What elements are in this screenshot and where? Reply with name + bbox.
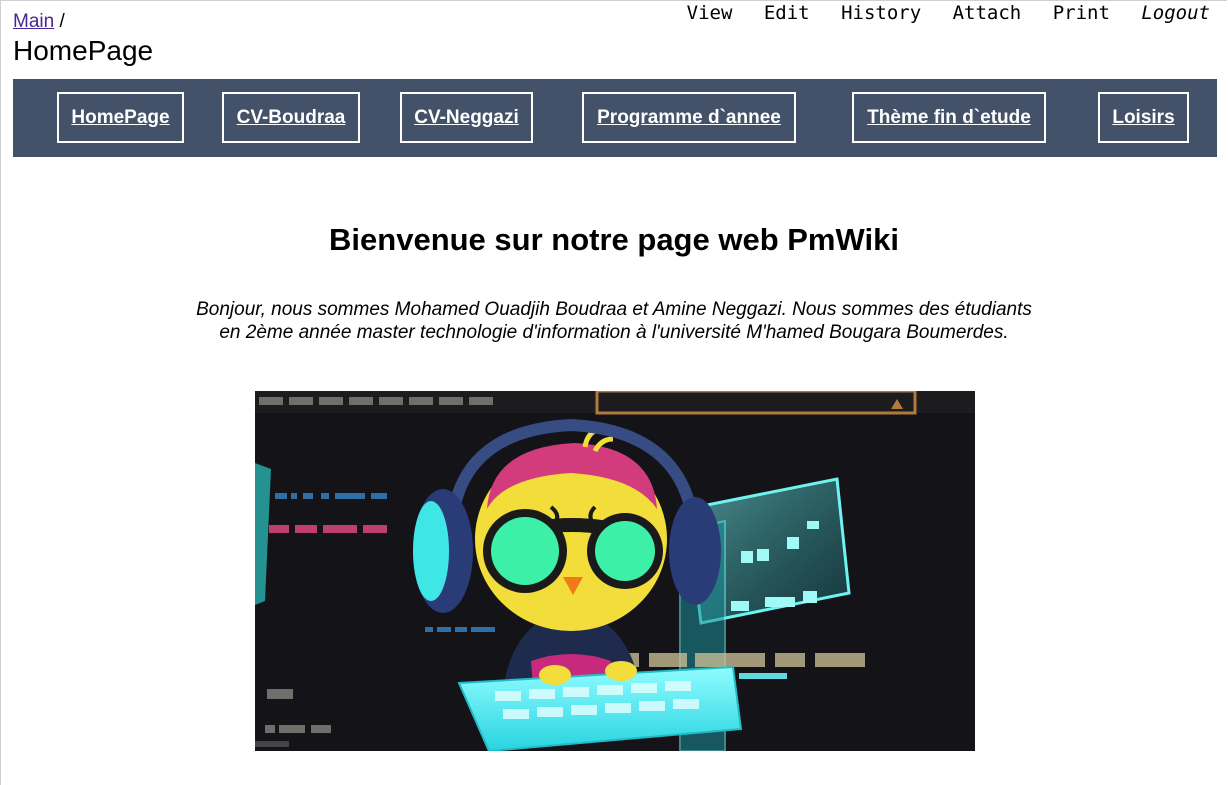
nav-cv-boudraa-button[interactable]: CV-Boudraa bbox=[222, 92, 360, 143]
breadcrumb-group-link[interactable]: Main bbox=[13, 11, 54, 32]
nav-loisirs-button[interactable]: Loisirs bbox=[1098, 92, 1189, 143]
page-title: HomePage bbox=[13, 35, 154, 66]
hacker-bird-illustration-icon bbox=[255, 391, 975, 751]
breadcrumb: Main / bbox=[13, 11, 65, 33]
intro-line-2: en 2ème année master technologie d'infor… bbox=[219, 322, 1009, 343]
intro-paragraph: Bonjour, nous sommes Mohamed Ouadjih Bou… bbox=[0, 298, 1228, 344]
attach-action[interactable]: Attach bbox=[953, 2, 1022, 24]
nav-theme-fin-etude-button[interactable]: Thème fin d`etude bbox=[852, 92, 1046, 143]
nav-cv-neggazi-button[interactable]: CV-Neggazi bbox=[400, 92, 533, 143]
breadcrumb-separator: / bbox=[59, 11, 65, 32]
logout-action[interactable]: Logout bbox=[1141, 2, 1210, 24]
print-action[interactable]: Print bbox=[1053, 2, 1110, 24]
intro-line-1: Bonjour, nous sommes Mohamed Ouadjih Bou… bbox=[196, 299, 1032, 320]
view-action[interactable]: View bbox=[687, 2, 733, 24]
page-actions: View Edit History Attach Print Logout bbox=[667, 2, 1210, 24]
welcome-heading: Bienvenue sur notre page web PmWiki bbox=[329, 222, 899, 257]
main-navbar: HomePage CV-Boudraa CV-Neggazi Programme… bbox=[13, 79, 1217, 157]
nav-homepage-button[interactable]: HomePage bbox=[57, 92, 184, 143]
edit-action[interactable]: Edit bbox=[764, 2, 810, 24]
history-action[interactable]: History bbox=[841, 2, 921, 24]
nav-programme-annee-button[interactable]: Programme d`annee bbox=[582, 92, 796, 143]
